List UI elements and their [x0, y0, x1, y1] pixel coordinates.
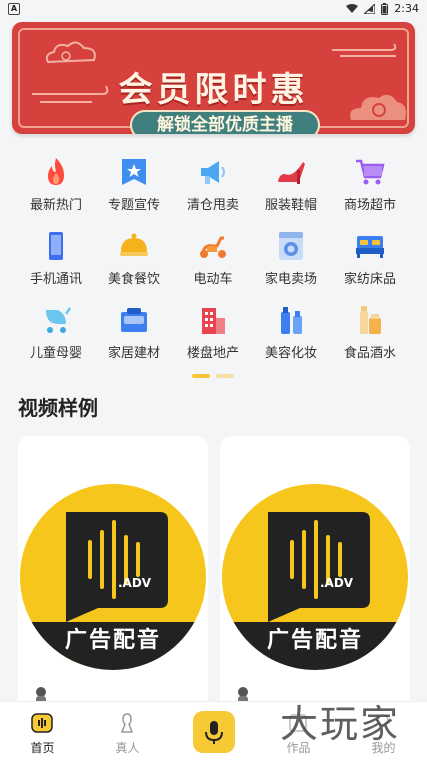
category-label: 电动车 [193, 272, 233, 287]
category-item[interactable]: 楼盘地产 [173, 300, 253, 361]
cover-title: 广告配音 [266, 628, 363, 653]
status-time: 2:34 [394, 2, 419, 15]
category-item[interactable]: 家纺床品 [330, 226, 410, 287]
section-title: 视频样例 [18, 396, 98, 420]
signal-icon [364, 3, 376, 14]
star-badge-icon [122, 159, 146, 185]
category-item[interactable]: 最新热门 [16, 152, 96, 213]
category-label: 服装鞋帽 [264, 198, 317, 213]
app-notification-icon: A [8, 3, 20, 15]
mic-icon [205, 721, 223, 744]
bottle-icon [360, 306, 381, 334]
banner-title: 会员限时惠 [118, 70, 309, 110]
page-indicator [192, 374, 234, 378]
status-bar: A 2:34 [0, 0, 427, 20]
category-item[interactable]: 手机通讯 [16, 226, 96, 287]
vip-promo-banner[interactable]: 会员限时惠 解锁全部优质主播 [12, 22, 415, 134]
category-item[interactable]: 电动车 [173, 226, 253, 287]
category-label: 清仓甩卖 [186, 198, 239, 213]
category-label: 美容化妆 [264, 346, 317, 361]
tab-home[interactable]: 首页 [0, 702, 85, 760]
tab-label: 真人 [115, 741, 140, 755]
battery-icon [381, 2, 389, 15]
person-icon [120, 713, 134, 733]
wifi-icon [346, 3, 359, 13]
category-item[interactable]: 商场超市 [330, 152, 410, 213]
fire-icon [48, 158, 64, 185]
category-label: 手机通讯 [29, 272, 82, 287]
category-item[interactable]: 家电卖场 [251, 226, 331, 287]
food-dome-icon [120, 233, 148, 256]
category-label: 美食餐饮 [107, 272, 160, 287]
category-item[interactable]: 美容化妆 [251, 300, 331, 361]
scooter-icon [200, 236, 226, 258]
cover-sub-label: .ADV [118, 576, 152, 590]
cover-sub-label: .ADV [320, 576, 354, 590]
shopping-cart-icon [356, 159, 385, 185]
high-heel-icon [278, 162, 305, 184]
unlock-button[interactable]: 解锁全部优质主播 [130, 110, 320, 134]
category-label: 家纺床品 [343, 272, 396, 287]
furniture-icon [121, 308, 147, 332]
category-item[interactable]: 专题宣传 [94, 152, 174, 213]
category-item[interactable]: 食品酒水 [330, 300, 410, 361]
category-item[interactable]: 清仓甩卖 [173, 152, 253, 213]
category-label: 楼盘地产 [186, 346, 239, 361]
category-label: 家居建材 [107, 346, 160, 361]
category-item[interactable]: 家居建材 [94, 300, 174, 361]
video-sample-card[interactable]: .ADV 广告配音 [18, 436, 208, 726]
category-label: 专题宣传 [107, 198, 160, 213]
cloud-decoration-icon [332, 43, 397, 57]
cover-title: 广告配音 [64, 628, 161, 653]
bed-icon [356, 236, 384, 258]
cosmetics-icon [281, 307, 302, 334]
category-label: 商场超市 [343, 198, 396, 213]
phone-icon [49, 232, 63, 260]
tab-real-person[interactable]: 真人 [85, 702, 170, 760]
megaphone-icon [201, 161, 225, 184]
record-mic-button[interactable] [193, 711, 235, 753]
category-label: 儿童母婴 [29, 346, 82, 361]
category-item[interactable]: 儿童母婴 [16, 300, 96, 361]
watermark-logo: 大玩家 [280, 702, 401, 746]
page-dot [216, 374, 234, 378]
category-label: 最新热门 [29, 198, 82, 213]
category-label: 家电卖场 [264, 272, 317, 287]
washing-machine-icon [279, 232, 303, 260]
building-icon [202, 308, 225, 334]
category-item[interactable]: 美食餐饮 [94, 226, 174, 287]
home-icon [31, 713, 53, 733]
page-dot-active [192, 374, 210, 378]
video-sample-card[interactable]: .ADV 广告配音 [220, 436, 410, 726]
stroller-icon [46, 307, 72, 333]
tab-label: 首页 [30, 741, 55, 755]
category-label: 食品酒水 [343, 346, 396, 361]
category-item[interactable]: 服装鞋帽 [251, 152, 331, 213]
